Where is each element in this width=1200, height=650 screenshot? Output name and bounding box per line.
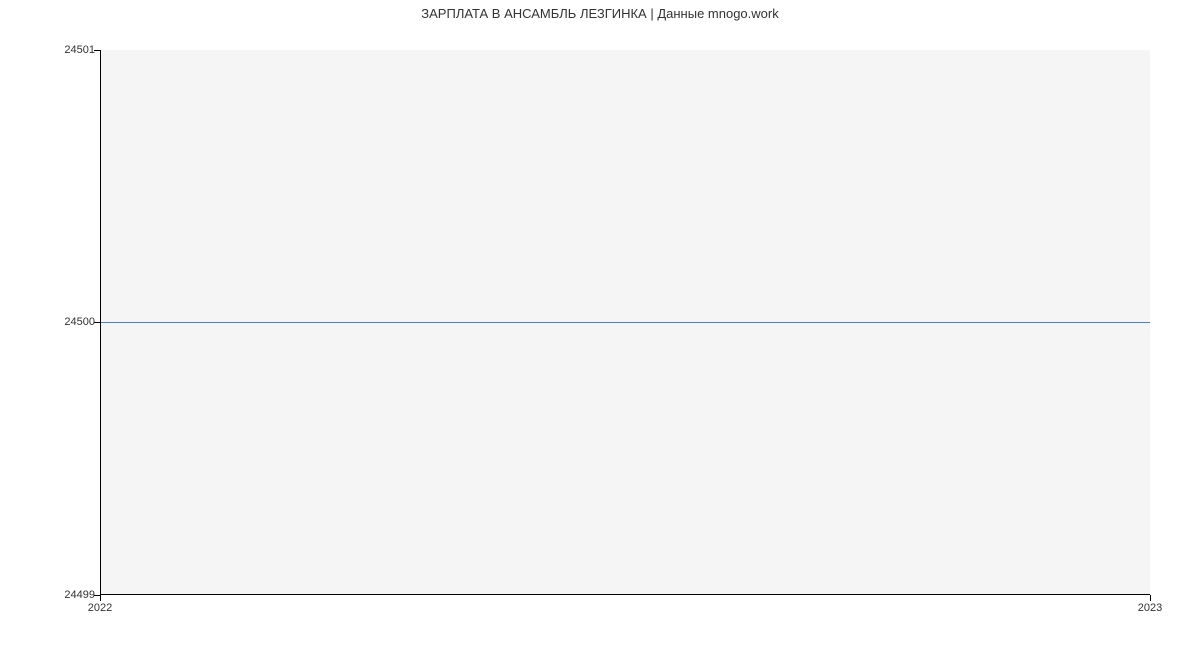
y-axis-tick-label: 24499 — [64, 589, 95, 601]
chart-plot-area — [100, 50, 1150, 595]
y-axis-tick-label: 24500 — [64, 316, 95, 328]
y-axis-tick-label: 24501 — [64, 44, 95, 56]
x-axis-tick-label: 2022 — [88, 602, 112, 614]
data-line-series — [101, 322, 1150, 323]
chart-title: ЗАРПЛАТА В АНСАМБЛЬ ЛЕЗГИНКА | Данные mn… — [0, 6, 1200, 21]
x-axis-tick-mark — [1150, 595, 1151, 601]
x-axis-tick-mark — [100, 595, 101, 601]
x-axis-tick-label: 2023 — [1138, 602, 1162, 614]
